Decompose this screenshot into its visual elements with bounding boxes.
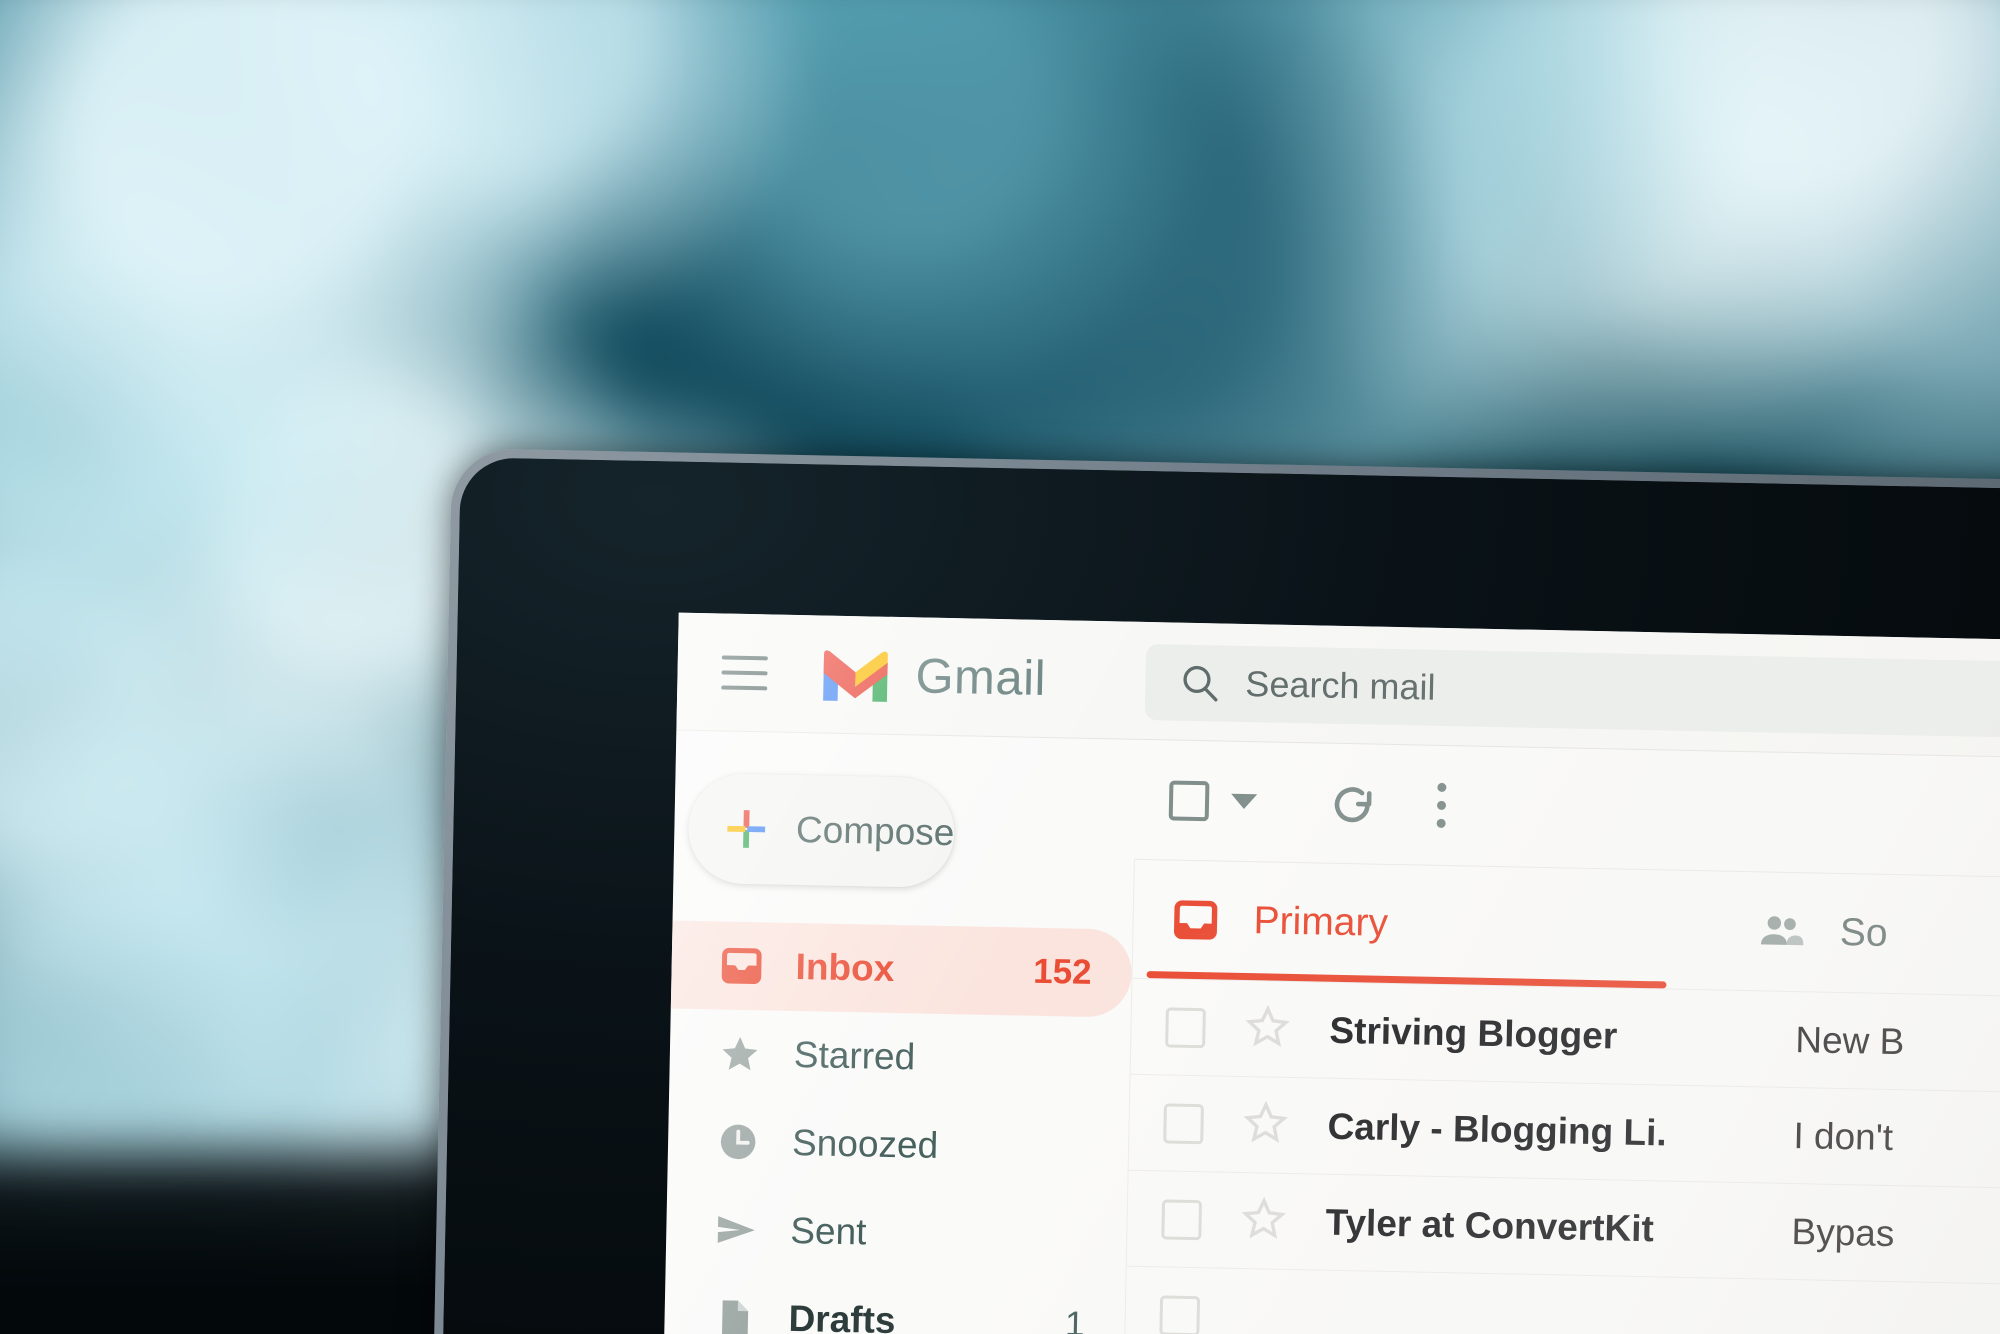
more-vertical-icon[interactable] <box>1436 782 1447 829</box>
sidebar-item-label: Snoozed <box>791 1121 939 1166</box>
send-icon <box>708 1206 765 1253</box>
laptop-screen: Gmail Search mail Compose Inbox 152 Star… <box>662 612 2000 1334</box>
people-icon <box>1753 905 1810 958</box>
inbox-tabs: Primary So <box>1133 860 2000 997</box>
sidebar-item-label: Starred <box>793 1033 916 1078</box>
sidebar-item-starred[interactable]: Starred <box>669 1009 1131 1106</box>
mail-list: Primary So Striving Blogger New B Carly … <box>1122 859 2000 1334</box>
mail-subject: New B <box>1794 1018 1905 1062</box>
tab-primary[interactable]: Primary <box>1133 860 1667 989</box>
sidebar-item-count: 152 <box>1032 951 1092 992</box>
star-icon <box>711 1030 768 1077</box>
checkbox-icon[interactable] <box>1165 1006 1206 1048</box>
gmail-m-logo <box>823 649 888 702</box>
draft-icon <box>706 1294 763 1334</box>
star-outline-icon[interactable] <box>1239 1194 1288 1248</box>
sidebar-item-drafts[interactable]: Drafts 1 <box>664 1272 1126 1334</box>
sidebar-item-label: Drafts <box>788 1297 896 1334</box>
chevron-down-icon[interactable] <box>1230 793 1258 810</box>
list-toolbar <box>1133 739 2000 879</box>
tab-label: So <box>1839 910 1889 955</box>
refresh-icon[interactable] <box>1329 779 1378 828</box>
tab-social[interactable]: So <box>1719 872 1889 993</box>
sidebar-nav: Inbox 152 Starred Snoozed Sent Drafts 1 <box>664 920 1133 1334</box>
star-outline-icon[interactable] <box>1243 1002 1292 1056</box>
sidebar-item-label: Sent <box>789 1209 867 1253</box>
inbox-icon <box>713 942 770 989</box>
sidebar-item-inbox[interactable]: Inbox 152 <box>670 920 1133 1018</box>
sidebar-item-count: 1 <box>1064 1304 1085 1334</box>
compose-label: Compose <box>795 808 955 854</box>
compose-button[interactable]: Compose <box>687 772 956 889</box>
search-bar[interactable]: Search mail <box>1144 643 2000 745</box>
checkbox-icon[interactable] <box>1161 1198 1203 1240</box>
gmail-app: Gmail Search mail Compose Inbox 152 Star… <box>663 612 2000 1334</box>
mail-subject: I don't <box>1793 1114 1894 1158</box>
sidebar-item-label: Inbox <box>795 946 895 989</box>
inbox-icon <box>1167 894 1224 945</box>
checkbox-icon[interactable] <box>1159 1294 1201 1334</box>
sidebar-item-sent[interactable]: Sent <box>665 1184 1127 1281</box>
sidebar: Compose Inbox 152 Starred Snoozed Sent D… <box>663 731 1137 1334</box>
clock-icon <box>710 1118 767 1165</box>
mail-sender: Striving Blogger <box>1329 1009 1618 1057</box>
gmail-logo-wrap: Gmail <box>817 645 1047 708</box>
search-icon <box>1183 665 1218 702</box>
tab-label: Primary <box>1253 899 1389 945</box>
plus-icon <box>727 810 766 848</box>
checkbox-icon[interactable] <box>1163 1102 1204 1144</box>
mail-subject: Bypas <box>1791 1210 1895 1254</box>
sidebar-item-snoozed[interactable]: Snoozed <box>667 1096 1129 1193</box>
laptop-device: Gmail Search mail Compose Inbox 152 Star… <box>432 448 2000 1334</box>
select-all-checkbox[interactable] <box>1168 779 1210 821</box>
star-outline-icon[interactable] <box>1241 1098 1290 1152</box>
hamburger-icon[interactable] <box>721 654 768 690</box>
page-title: Gmail <box>914 648 1047 706</box>
mail-sender: Carly - Blogging Li. <box>1327 1105 1668 1154</box>
search-input[interactable]: Search mail <box>1245 663 1436 709</box>
mail-sender: Tyler at ConvertKit <box>1325 1201 1655 1249</box>
